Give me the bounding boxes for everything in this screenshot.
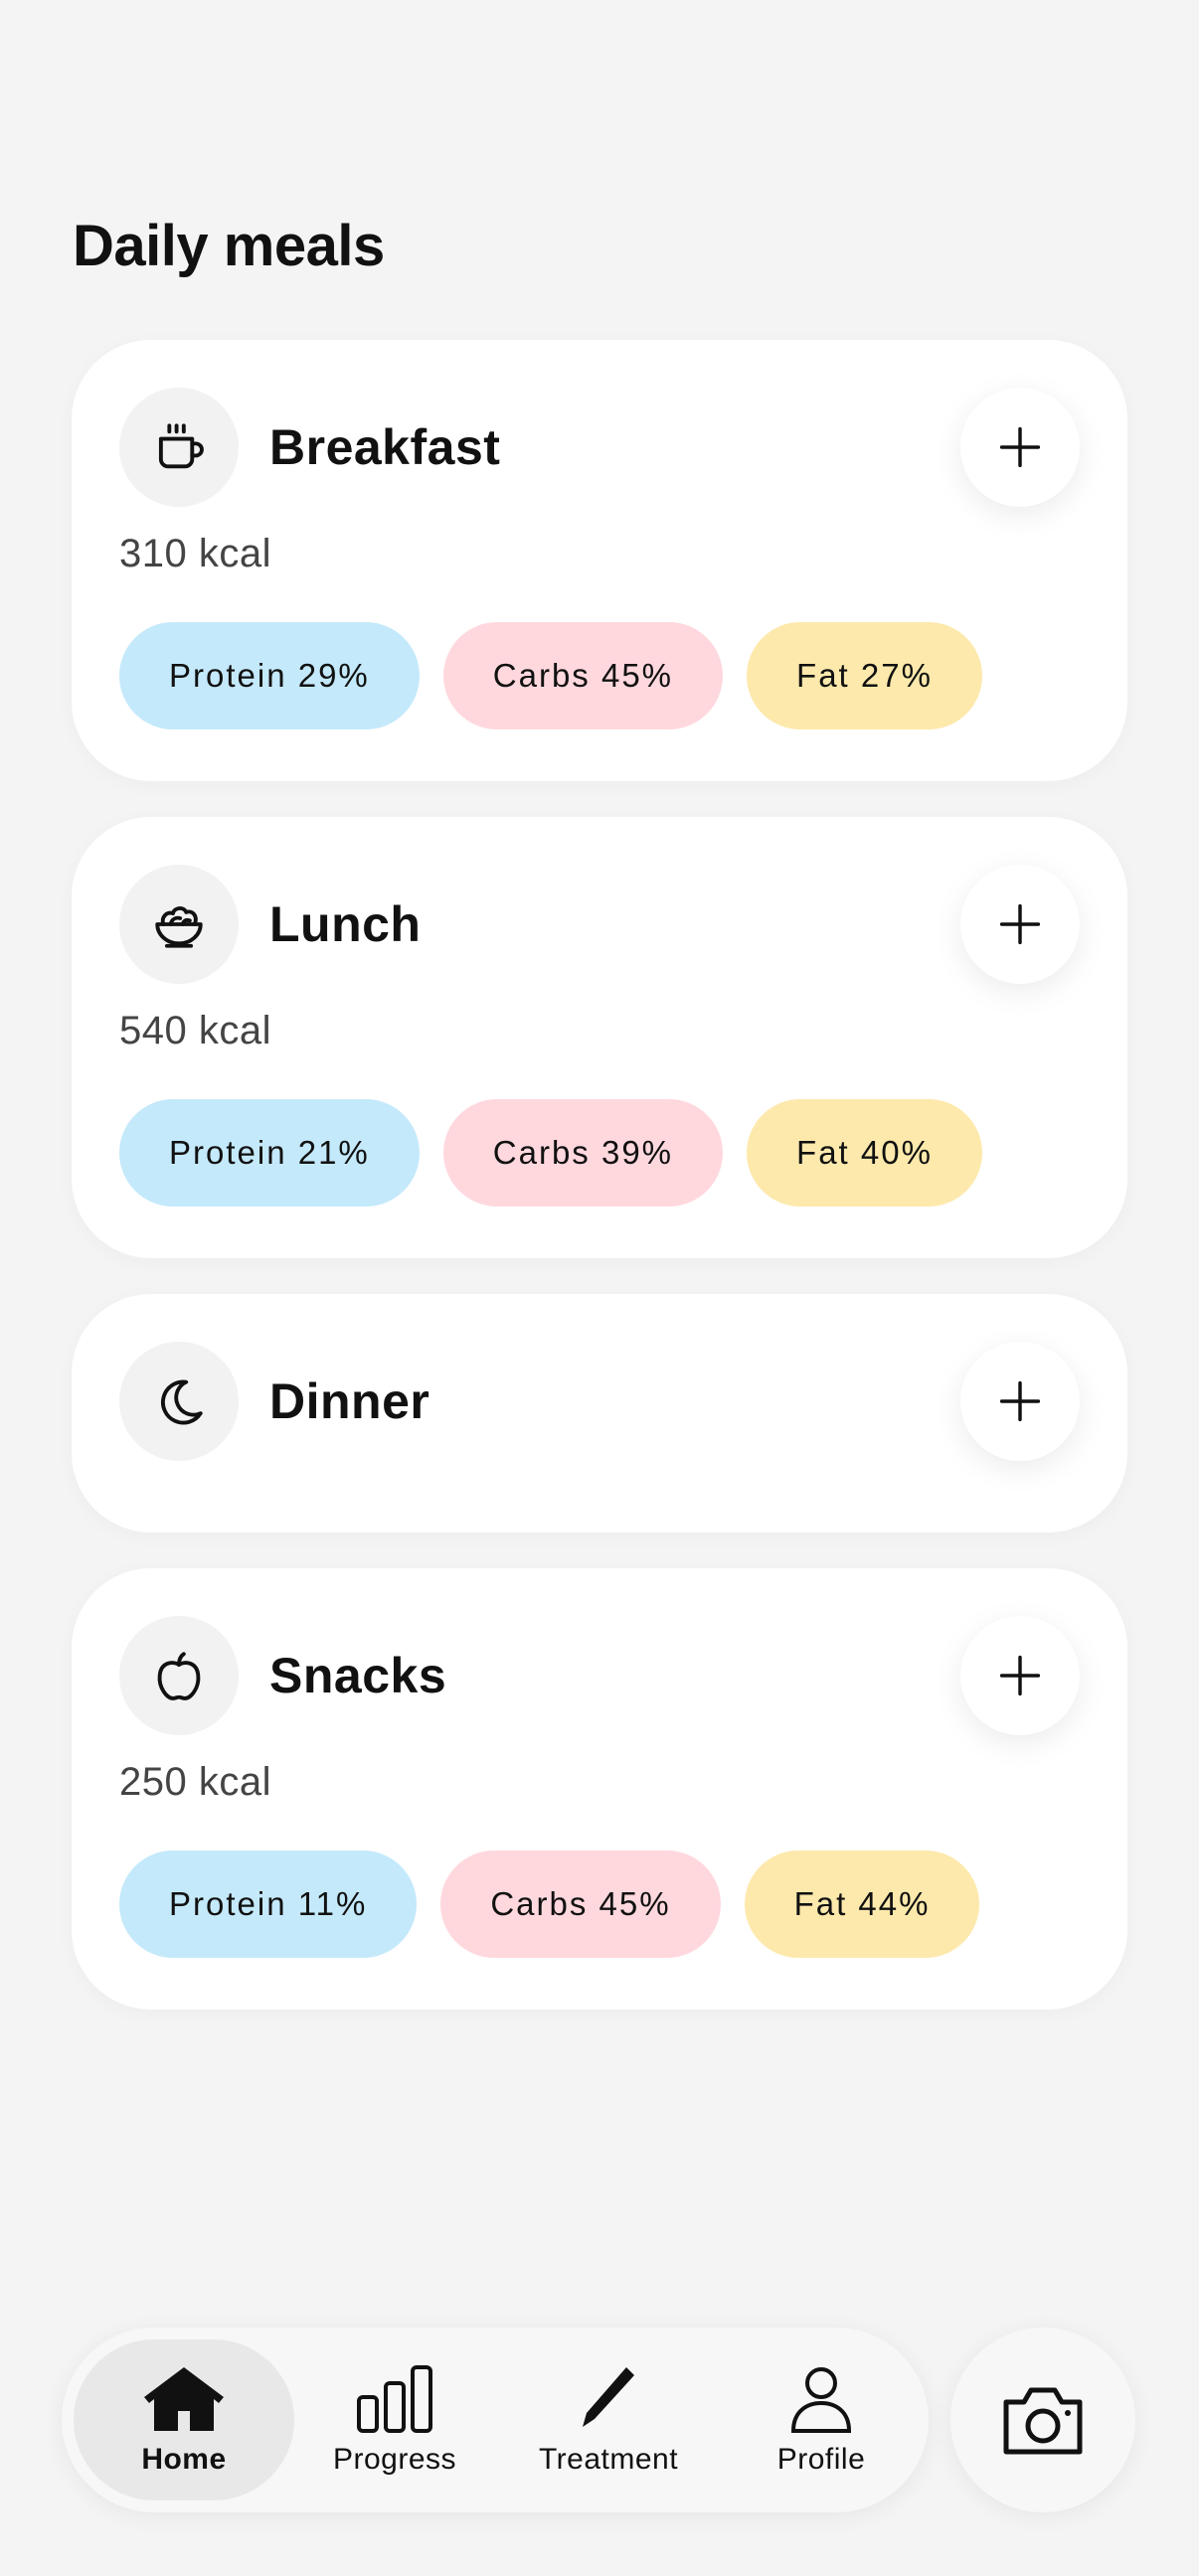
meal-card-breakfast[interactable]: Breakfast 310 kcal Protein 29% Carbs 45%… [72, 340, 1127, 781]
fat-pill: Fat 27% [747, 622, 982, 729]
carbs-pill: Carbs 45% [442, 622, 724, 729]
plus-icon [999, 903, 1041, 945]
plus-icon [999, 426, 1041, 468]
plus-icon [999, 1655, 1041, 1696]
meal-card-snacks[interactable]: Snacks 250 kcal Protein 11% Carbs 45% Fa… [72, 1568, 1127, 2010]
add-meal-button[interactable] [960, 388, 1080, 507]
page-title: Daily meals [73, 214, 385, 278]
nav-label-profile: Profile [776, 2443, 866, 2476]
carbs-pill: Carbs 39% [442, 1099, 724, 1207]
nav-label-treatment: Treatment [538, 2443, 679, 2476]
add-meal-button[interactable] [960, 1616, 1080, 1735]
meal-kcal: 310 kcal [119, 532, 271, 575]
add-meal-button[interactable] [960, 1342, 1080, 1461]
meal-name: Lunch [269, 896, 422, 952]
camera-icon [1003, 2387, 1083, 2455]
meal-name: Breakfast [269, 419, 501, 475]
carbs-pill: Carbs 45% [440, 1851, 721, 1958]
coffee-cup-icon [119, 388, 239, 507]
protein-pill: Protein 11% [119, 1851, 418, 1958]
nav-home[interactable]: Home [74, 2339, 294, 2500]
meal-name: Snacks [269, 1648, 447, 1703]
bar-chart-icon [357, 2365, 432, 2433]
protein-pill: Protein 29% [119, 622, 420, 729]
nav-profile[interactable]: Profile [730, 2339, 913, 2500]
nav-label-home: Home [141, 2443, 227, 2476]
protein-pill: Protein 21% [119, 1099, 420, 1207]
home-icon [144, 2367, 224, 2431]
meal-kcal: 250 kcal [119, 1760, 271, 1804]
person-icon [790, 2367, 852, 2433]
camera-button[interactable] [950, 2328, 1135, 2512]
plus-icon [999, 1380, 1041, 1422]
meal-card-dinner[interactable]: Dinner [72, 1294, 1127, 1532]
apple-icon [119, 1616, 239, 1735]
salad-bowl-icon [119, 865, 239, 984]
add-meal-button[interactable] [960, 865, 1080, 984]
nav-label-progress: Progress [332, 2443, 457, 2476]
pencil-icon [583, 2367, 634, 2427]
fat-pill: Fat 44% [744, 1851, 980, 1958]
meal-kcal: 540 kcal [119, 1009, 271, 1052]
nav-progress[interactable]: Progress [300, 2339, 489, 2500]
nav-treatment[interactable]: Treatment [499, 2339, 718, 2500]
bottom-nav: Home Progress Treatment Profile [62, 2328, 929, 2512]
meal-name: Dinner [269, 1373, 430, 1429]
meal-card-lunch[interactable]: Lunch 540 kcal Protein 21% Carbs 39% Fat… [72, 817, 1127, 1258]
fat-pill: Fat 40% [747, 1099, 982, 1207]
moon-icon [119, 1342, 239, 1461]
